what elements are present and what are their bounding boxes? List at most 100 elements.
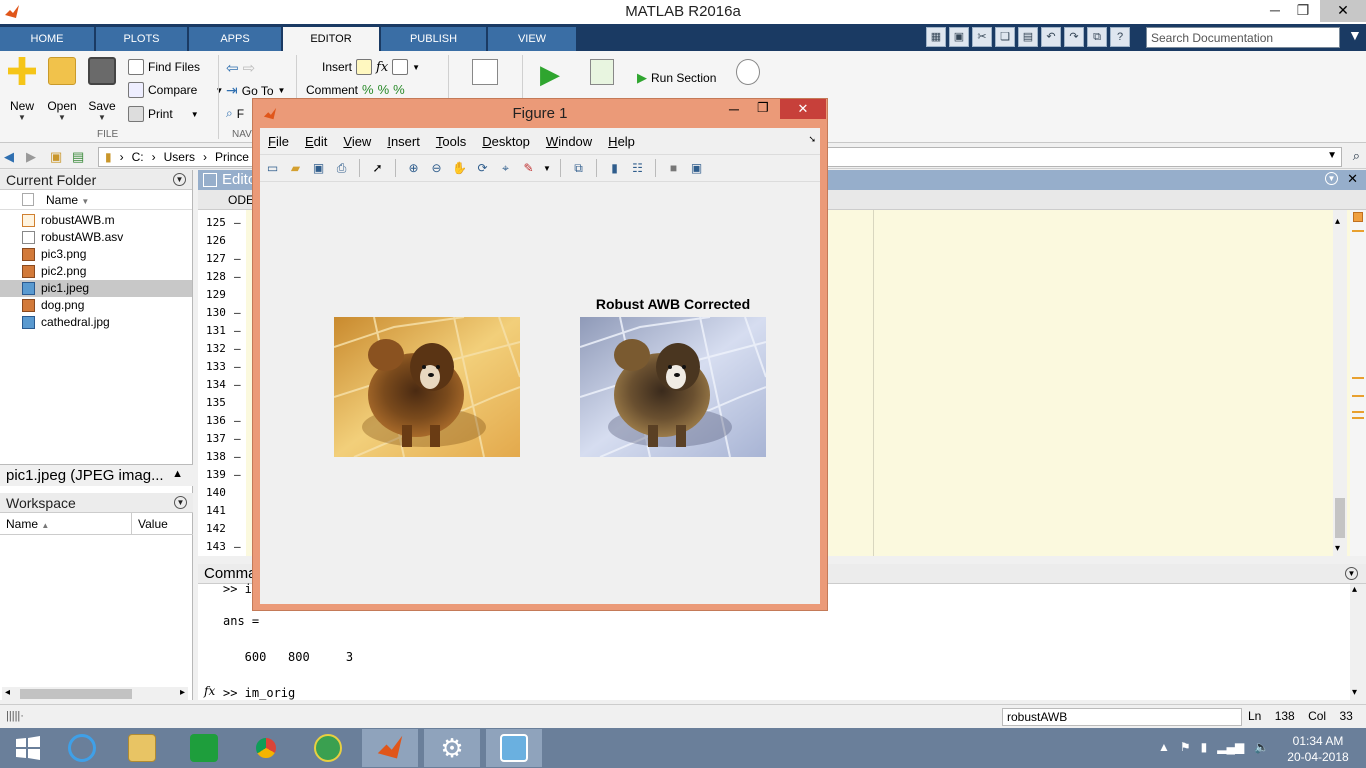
- pan-hand-icon[interactable]: ✋: [451, 160, 468, 177]
- search-icon[interactable]: ⌕: [1353, 148, 1360, 164]
- scroll-thumb[interactable]: [1335, 498, 1345, 538]
- panel-menu-icon[interactable]: ▼: [174, 496, 187, 509]
- scroll-left-icon[interactable]: ◂: [5, 687, 10, 698]
- minimize-button[interactable]: ─: [1260, 0, 1290, 22]
- save-icon[interactable]: ▣: [949, 27, 969, 47]
- forward-icon[interactable]: ▶: [26, 149, 36, 165]
- tab-home[interactable]: HOME: [0, 27, 94, 51]
- tab-editor[interactable]: EDITOR: [283, 27, 379, 51]
- command-scrollbar[interactable]: ▴ ▾: [1350, 584, 1364, 700]
- forward-arrow-icon[interactable]: ⇨: [243, 59, 256, 77]
- show-plot-tools-icon[interactable]: ▣: [688, 160, 705, 177]
- data-cursor-icon[interactable]: ⌖: [497, 160, 514, 177]
- ws-name-column[interactable]: Name ▲: [0, 513, 132, 534]
- taskbar-matlab[interactable]: [362, 729, 418, 767]
- run-section-button[interactable]: ▶ Run Section: [637, 70, 716, 86]
- breakpoint-dash[interactable]: –: [234, 270, 241, 283]
- save-button[interactable]: Save ▼: [82, 57, 122, 122]
- breakpoint-dash[interactable]: –: [234, 450, 241, 463]
- scroll-right-icon[interactable]: ▸: [180, 687, 185, 698]
- dock-arrow-icon[interactable]: ➘: [808, 134, 816, 145]
- panel-menu-icon[interactable]: ▼: [173, 173, 186, 186]
- back-forward-buttons[interactable]: ⇦ ⇨: [226, 59, 255, 77]
- taskbar-ie[interactable]: [54, 729, 110, 767]
- tab-plots[interactable]: PLOTS: [96, 27, 187, 51]
- breakpoint-dash[interactable]: –: [234, 342, 241, 355]
- zoom-out-icon[interactable]: ⊖: [428, 160, 445, 177]
- breakpoint-dash[interactable]: –: [234, 324, 241, 337]
- redo-icon[interactable]: ↷: [1064, 27, 1084, 47]
- zoom-in-icon[interactable]: ⊕: [405, 160, 422, 177]
- open-file-icon[interactable]: ▰: [287, 160, 304, 177]
- new-button[interactable]: New ▼: [2, 57, 42, 122]
- figure-minimize-button[interactable]: ─: [729, 101, 739, 117]
- back-icon[interactable]: ◀: [4, 149, 14, 165]
- signal-icon[interactable]: ▂▄▆: [1217, 740, 1244, 754]
- breakpoint-dash[interactable]: –: [234, 306, 241, 319]
- breakpoint-dash[interactable]: –: [234, 378, 241, 391]
- colorbar-icon[interactable]: ▮: [606, 160, 623, 177]
- scroll-down-icon[interactable]: ▾: [1352, 687, 1357, 698]
- uncomment-icon[interactable]: %: [378, 82, 390, 97]
- new-figure-icon[interactable]: ▭: [264, 160, 281, 177]
- compare-button[interactable]: Compare ▼: [128, 82, 223, 98]
- path-part-users[interactable]: Users: [164, 150, 195, 164]
- switch-windows-icon[interactable]: ⧉: [1087, 27, 1107, 47]
- file-item[interactable]: pic3.png: [0, 246, 192, 263]
- file-item[interactable]: robustAWB.m: [0, 212, 192, 229]
- pointer-icon[interactable]: ➚: [369, 160, 386, 177]
- figure-close-button[interactable]: ✕: [780, 99, 826, 119]
- run-advance-button[interactable]: [590, 59, 614, 85]
- editor-tab[interactable]: ODE: [228, 193, 254, 207]
- vertical-scrollbar[interactable]: ▴ ▾: [1333, 210, 1347, 556]
- cut-icon[interactable]: ✂: [972, 27, 992, 47]
- taskbar-explorer[interactable]: [114, 729, 170, 767]
- chevron-down-icon[interactable]: ▼: [543, 160, 551, 177]
- menu-view[interactable]: View: [335, 128, 379, 154]
- breakpoint-dash[interactable]: –: [234, 216, 241, 229]
- figure-title-bar[interactable]: Figure 1 ─ ❐ ✕: [253, 99, 827, 127]
- taskbar-store[interactable]: [176, 729, 232, 767]
- file-item[interactable]: robustAWB.asv: [0, 229, 192, 246]
- breakpoint-dash[interactable]: –: [234, 468, 241, 481]
- percent-icon[interactable]: %: [362, 82, 374, 97]
- command-prompt[interactable]: >> im_orig: [223, 686, 295, 700]
- warning-marker[interactable]: [1352, 377, 1364, 379]
- paste-icon[interactable]: ▤: [1018, 27, 1038, 47]
- menu-help[interactable]: Help: [600, 128, 643, 154]
- find-button[interactable]: ⌕ F: [226, 106, 244, 121]
- menu-window[interactable]: Window: [538, 128, 600, 154]
- insert-button[interactable]: Insert fx ▼: [322, 59, 420, 75]
- run-button[interactable]: ▶: [540, 59, 560, 90]
- help-icon[interactable]: ?: [1110, 27, 1130, 47]
- details-bar[interactable]: pic1.jpeg (JPEG imag... ▲: [0, 464, 193, 486]
- status-indicator[interactable]: [1353, 212, 1363, 222]
- panel-menu-icon[interactable]: ▼: [1345, 567, 1358, 580]
- breakpoint-dash[interactable]: –: [234, 252, 241, 265]
- taskbar-photos[interactable]: [486, 729, 542, 767]
- open-button[interactable]: Open ▼: [42, 57, 82, 122]
- file-item[interactable]: dog.png: [0, 297, 192, 314]
- chevron-up-icon[interactable]: ▲: [1158, 740, 1170, 754]
- close-button[interactable]: ✕: [1320, 0, 1366, 22]
- scroll-down-icon[interactable]: ▾: [1335, 543, 1340, 554]
- tab-view[interactable]: VIEW: [488, 27, 576, 51]
- copy-icon[interactable]: ❏: [995, 27, 1015, 47]
- horizontal-scrollbar[interactable]: ◂ ▸: [2, 687, 188, 701]
- fx-icon[interactable]: fx: [204, 684, 215, 698]
- menu-file[interactable]: File: [260, 128, 297, 154]
- print-figure-icon[interactable]: ⎙: [333, 160, 350, 177]
- volume-icon[interactable]: 🔈: [1254, 740, 1269, 754]
- chevron-down-icon[interactable]: ▼: [1327, 150, 1337, 161]
- go-to-button[interactable]: ⇥ Go To ▼: [226, 82, 285, 99]
- ws-value-column[interactable]: Value: [132, 513, 174, 534]
- scroll-up-icon[interactable]: ▴: [1352, 584, 1357, 595]
- back-arrow-icon[interactable]: ⇦: [226, 59, 239, 77]
- battery-icon[interactable]: ▮: [1201, 740, 1208, 754]
- breakpoint-dash[interactable]: –: [234, 360, 241, 373]
- taskbar-app[interactable]: [300, 729, 356, 767]
- warning-marker[interactable]: [1352, 395, 1364, 397]
- warning-marker[interactable]: [1352, 417, 1364, 419]
- menu-desktop[interactable]: Desktop: [474, 128, 538, 154]
- file-item[interactable]: cathedral.jpg: [0, 314, 192, 331]
